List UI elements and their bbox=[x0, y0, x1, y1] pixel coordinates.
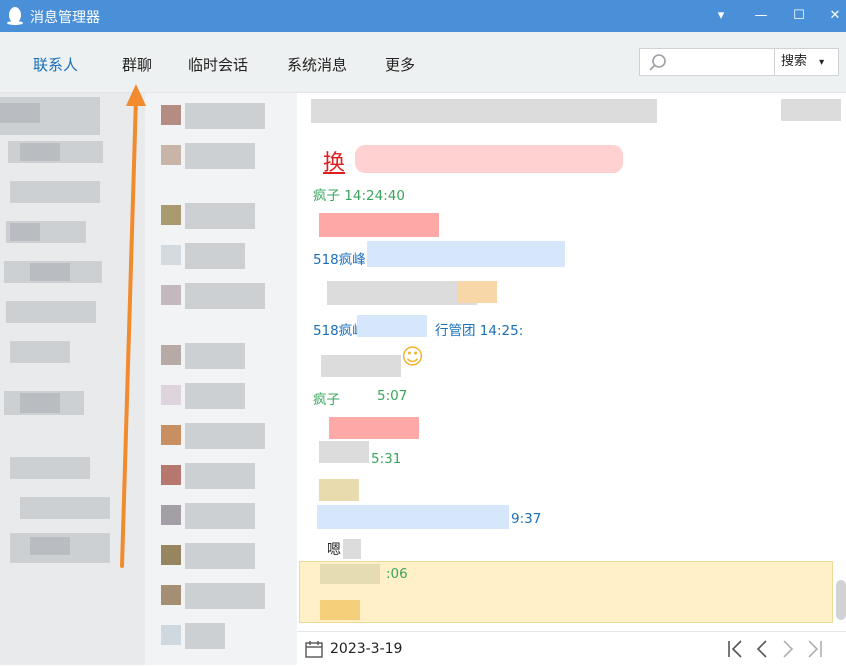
contact-list[interactable] bbox=[0, 93, 145, 665]
message-sender: 疯子 bbox=[313, 392, 340, 408]
list-item[interactable] bbox=[145, 197, 297, 237]
redacted-text bbox=[343, 539, 361, 559]
list-item[interactable] bbox=[145, 337, 297, 377]
list-item[interactable] bbox=[0, 377, 145, 417]
list-item[interactable] bbox=[0, 257, 145, 297]
message-text-prefix: 换 bbox=[323, 151, 346, 176]
redacted-text bbox=[317, 505, 509, 529]
list-item[interactable] bbox=[0, 137, 145, 177]
message-time: 行管团 14:25: bbox=[435, 323, 524, 339]
redacted-text bbox=[329, 417, 419, 439]
list-item[interactable] bbox=[145, 277, 297, 317]
message-view[interactable]: 换 疯子 14:24:40 518疯峰 518疯峰 行管团 14:25: ☺ 疯… bbox=[297, 93, 846, 630]
redacted-text bbox=[355, 145, 623, 173]
laughing-emoji-icon: ☺ bbox=[401, 345, 424, 370]
search-input[interactable] bbox=[639, 48, 775, 76]
list-item[interactable] bbox=[0, 297, 145, 337]
close-button[interactable]: ✕ bbox=[822, 4, 846, 28]
list-item[interactable] bbox=[145, 617, 297, 657]
list-item[interactable] bbox=[0, 417, 145, 479]
message-time: :06 bbox=[386, 566, 408, 582]
message-sender: 疯子 14:24:40 bbox=[313, 188, 405, 204]
list-item[interactable] bbox=[145, 537, 297, 577]
redacted-header bbox=[311, 99, 657, 123]
next-page-icon[interactable] bbox=[777, 638, 799, 660]
list-item[interactable] bbox=[145, 97, 297, 137]
maximize-button[interactable]: ☐ bbox=[786, 4, 812, 28]
tab-temp-session[interactable]: 临时会话 bbox=[188, 54, 248, 75]
redacted-text bbox=[321, 355, 401, 377]
qq-penguin-icon bbox=[7, 7, 23, 25]
list-item[interactable] bbox=[0, 177, 145, 217]
list-item[interactable] bbox=[145, 577, 297, 617]
tab-more[interactable]: 更多 bbox=[385, 54, 415, 75]
tab-system-messages[interactable]: 系统消息 bbox=[287, 54, 347, 75]
redacted-emoji bbox=[457, 281, 497, 303]
list-item[interactable] bbox=[0, 97, 145, 137]
group-list[interactable] bbox=[145, 93, 297, 665]
list-item[interactable] bbox=[145, 497, 297, 537]
tab-bar: 联系人 群聊 临时会话 系统消息 更多 搜索 ▾ bbox=[0, 32, 846, 93]
prev-page-icon[interactable] bbox=[751, 638, 773, 660]
list-item[interactable] bbox=[0, 217, 145, 257]
tab-contacts[interactable]: 联系人 bbox=[33, 54, 78, 75]
list-item[interactable] bbox=[0, 337, 145, 377]
message-time: 5:31 bbox=[371, 451, 402, 467]
tab-group-chat[interactable]: 群聊 bbox=[122, 54, 152, 75]
app-title: 消息管理器 bbox=[30, 10, 100, 26]
message-time: 9:37 bbox=[511, 511, 542, 527]
redacted-text bbox=[357, 315, 427, 337]
list-item[interactable] bbox=[0, 493, 145, 533]
search-button-label: 搜索 bbox=[781, 54, 808, 69]
search-dropdown-icon[interactable]: ▾ bbox=[819, 57, 824, 68]
redacted-image bbox=[319, 479, 359, 501]
calendar-icon[interactable] bbox=[305, 640, 323, 658]
minimize-button[interactable]: — bbox=[748, 4, 774, 28]
list-item[interactable] bbox=[145, 457, 297, 497]
redacted-text bbox=[367, 241, 565, 267]
list-item[interactable] bbox=[145, 377, 297, 417]
message-text: 嗯 bbox=[327, 542, 341, 558]
selected-message[interactable]: :06 bbox=[299, 561, 833, 623]
first-page-icon[interactable] bbox=[725, 638, 747, 660]
redacted-avatar bbox=[320, 564, 380, 584]
menu-button[interactable]: ▾ bbox=[708, 4, 734, 28]
message-time: 5:07 bbox=[377, 388, 408, 404]
date-navigation-bar: 2023-3-19 bbox=[297, 631, 846, 666]
list-item[interactable] bbox=[0, 529, 145, 569]
current-date[interactable]: 2023-3-19 bbox=[330, 641, 402, 657]
message-sender: 518疯峰 bbox=[313, 252, 366, 268]
redacted-text bbox=[319, 441, 369, 463]
scrollbar[interactable] bbox=[836, 580, 846, 620]
search-icon bbox=[649, 54, 666, 71]
redacted-text bbox=[327, 281, 477, 305]
redacted-header-thumb bbox=[781, 99, 841, 121]
last-page-icon[interactable] bbox=[803, 638, 825, 660]
list-item[interactable] bbox=[145, 137, 297, 177]
list-item[interactable] bbox=[145, 417, 297, 457]
redacted-image bbox=[320, 600, 360, 620]
message-text: 换 bbox=[323, 145, 345, 177]
list-item[interactable] bbox=[145, 237, 297, 277]
search-button[interactable]: 搜索 ▾ bbox=[775, 48, 839, 76]
redacted-text bbox=[319, 213, 439, 237]
title-bar: 消息管理器 ▾ — ☐ ✕ bbox=[0, 0, 846, 32]
